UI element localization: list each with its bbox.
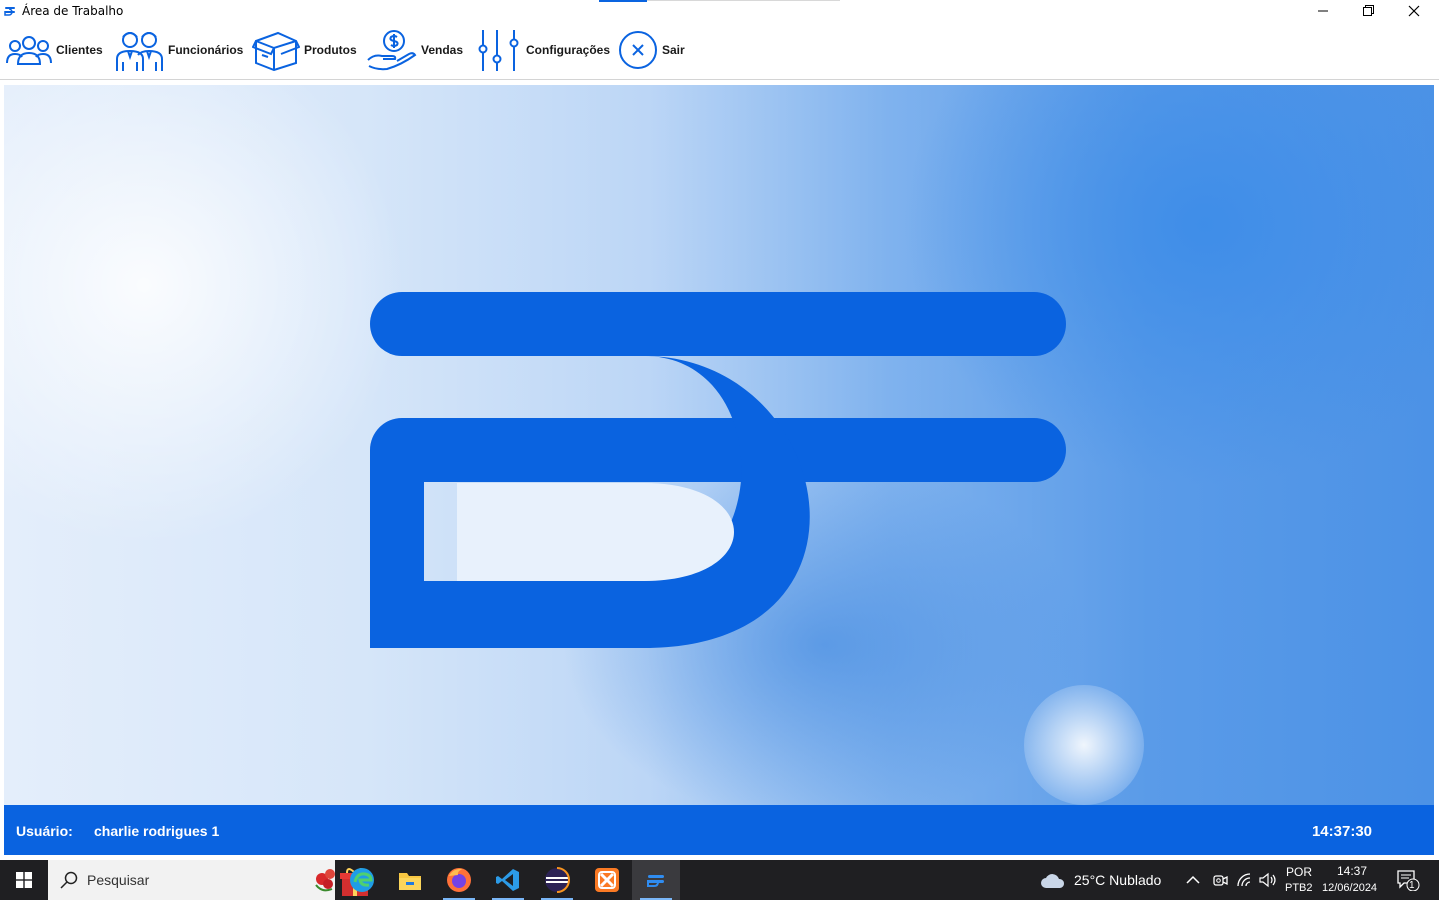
file-explorer-icon (399, 873, 421, 890)
notification-count: 1 (1409, 880, 1415, 891)
eclipse-icon (545, 867, 570, 893)
taskbar-vscode[interactable] (484, 860, 532, 900)
taskbar-xampp[interactable] (583, 860, 631, 900)
menu-funcionarios-label: Funcionários (168, 43, 244, 57)
user-label: Usuário: (16, 823, 73, 839)
wifi-icon (1237, 873, 1251, 887)
taskbar-edge[interactable] (338, 860, 386, 900)
taskbar-eclipse[interactable] (533, 860, 581, 900)
company-logo (370, 292, 1066, 648)
edge-icon (350, 868, 374, 892)
taskbar-file-explorer[interactable] (386, 860, 434, 900)
weather-text: 25°C Nublado (1074, 872, 1162, 888)
chevron-up-icon (1186, 875, 1200, 884)
menu-sair-label: Sair (662, 43, 685, 57)
menu-configuracoes[interactable]: Configurações (476, 24, 610, 76)
speaker-icon (1259, 872, 1276, 888)
sliders-icon (478, 30, 519, 71)
keyboard-layout[interactable]: PTB2 (1285, 882, 1313, 894)
close-icon (1408, 5, 1420, 17)
app-logo-icon (4, 7, 15, 16)
tray-network-button[interactable] (1236, 860, 1254, 900)
notification-center-button[interactable]: 1 (1396, 860, 1420, 900)
notification-icon (1397, 870, 1420, 891)
user-name: charlie rodrigues 1 (94, 823, 220, 839)
taskbar-current-app[interactable] (632, 860, 680, 900)
money-hand-icon (367, 30, 417, 71)
windows-icon (15, 872, 32, 888)
menu-funcionarios[interactable]: Funcionários (114, 24, 243, 76)
close-button[interactable] (1391, 0, 1437, 22)
camera-icon (1213, 875, 1228, 886)
window-title: Área de Trabalho (22, 4, 124, 18)
menu-vendas-label: Vendas (421, 43, 464, 57)
tray-meet-button[interactable] (1212, 860, 1228, 900)
taskbar-clock-date[interactable]: 12/06/2024 (1322, 882, 1377, 894)
menu-produtos-label: Produtos (304, 43, 357, 57)
search-icon (60, 871, 78, 889)
restore-button[interactable] (1346, 0, 1392, 22)
menu-produtos[interactable]: Produtos (252, 24, 357, 76)
start-button[interactable] (0, 860, 47, 900)
minimize-button[interactable] (1300, 0, 1346, 22)
taskbar-firefox[interactable] (435, 860, 483, 900)
menu-vendas[interactable]: Vendas (367, 24, 463, 76)
minimize-icon (1318, 10, 1328, 12)
tray-overflow-button[interactable] (1186, 860, 1200, 900)
firefox-icon (447, 868, 471, 892)
search-placeholder: Pesquisar (87, 872, 150, 888)
title-bar: Área de Trabalho (0, 0, 1439, 24)
menu-clientes-label: Clientes (56, 43, 103, 57)
taskbar-search[interactable]: Pesquisar (48, 860, 370, 900)
menu-sair[interactable]: Sair (618, 24, 685, 76)
users-group-icon (6, 36, 52, 65)
focus-track (647, 0, 840, 1)
app-logo-icon (647, 875, 664, 887)
status-clock: 14:37:30 (1311, 823, 1372, 840)
cloud-icon (1041, 874, 1065, 888)
workspace-background (4, 85, 1434, 805)
taskbar: Pesquisar 25°C Nublado POR PTB2 14:37 12… (0, 860, 1439, 900)
weather-widget[interactable]: 25°C Nublado (1040, 860, 1161, 900)
taskbar-clock-time[interactable]: 14:37 (1337, 864, 1367, 878)
exit-circle-icon (619, 31, 657, 69)
main-menu: Clientes Funcionários Produtos Vendas Co… (0, 24, 1439, 80)
status-bar: Usuário: charlie rodrigues 1 14:37:30 (4, 805, 1434, 855)
xampp-icon (595, 868, 619, 892)
menu-configuracoes-label: Configurações (526, 43, 611, 57)
focus-indicator (599, 0, 647, 2)
vscode-icon (496, 869, 519, 891)
tray-volume-button[interactable] (1259, 860, 1277, 900)
employees-icon (116, 32, 163, 71)
language-code[interactable]: POR (1286, 865, 1312, 879)
restore-icon (1363, 5, 1374, 16)
menu-clientes[interactable]: Clientes (6, 24, 103, 76)
box-icon (252, 31, 300, 71)
